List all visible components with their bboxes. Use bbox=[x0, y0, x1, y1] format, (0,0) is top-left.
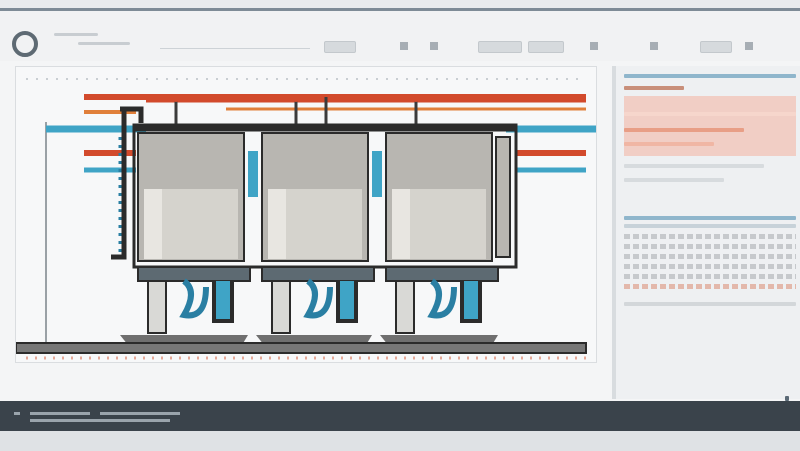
table-row[interactable] bbox=[624, 244, 796, 249]
pump-1[interactable] bbox=[120, 266, 251, 345]
selection-highlight[interactable] bbox=[624, 96, 796, 156]
table-footer bbox=[624, 302, 796, 306]
table-row[interactable] bbox=[624, 264, 796, 269]
resize-handle[interactable] bbox=[785, 396, 789, 401]
status-text bbox=[100, 412, 180, 415]
subtitle-line bbox=[78, 42, 130, 45]
pump-2[interactable] bbox=[256, 266, 375, 345]
status-icon[interactable] bbox=[14, 412, 20, 415]
floor-base bbox=[16, 342, 587, 354]
panel-header bbox=[624, 74, 796, 78]
panel-row[interactable] bbox=[624, 164, 764, 168]
tank-2-highlight bbox=[268, 189, 286, 259]
menu-icon[interactable] bbox=[745, 42, 753, 50]
status-text bbox=[30, 419, 170, 422]
app-window bbox=[0, 8, 800, 451]
cold-column bbox=[372, 151, 382, 197]
panel-row[interactable] bbox=[624, 128, 744, 132]
toolbar-button[interactable] bbox=[478, 41, 522, 53]
panel-row[interactable] bbox=[624, 112, 796, 116]
valve-icon bbox=[413, 96, 419, 102]
panel-row[interactable] bbox=[624, 178, 724, 182]
table-row[interactable] bbox=[624, 284, 796, 289]
table-row[interactable] bbox=[624, 234, 796, 239]
panel-row[interactable] bbox=[624, 142, 714, 146]
bottom-toolbar bbox=[0, 401, 800, 431]
table-header bbox=[624, 216, 796, 220]
panel-label bbox=[624, 86, 684, 90]
pump-system-schematic bbox=[16, 78, 596, 360]
document-path-field[interactable] bbox=[160, 34, 310, 49]
properties-panel bbox=[612, 66, 800, 399]
toolbar-button[interactable] bbox=[528, 41, 564, 53]
app-logo-icon[interactable] bbox=[12, 31, 38, 57]
cold-column bbox=[248, 151, 258, 197]
end-column bbox=[495, 136, 511, 258]
drawing-canvas[interactable] bbox=[15, 66, 597, 363]
table-row[interactable] bbox=[624, 254, 796, 259]
app-title bbox=[54, 33, 130, 51]
layers-icon[interactable] bbox=[430, 42, 438, 50]
valve-icon bbox=[173, 96, 179, 102]
status-text bbox=[30, 412, 90, 415]
table-row[interactable] bbox=[624, 274, 796, 279]
pump-3[interactable] bbox=[380, 266, 499, 345]
scroll-strip bbox=[0, 431, 800, 451]
zoom-icon[interactable] bbox=[590, 42, 598, 50]
tank-1-highlight bbox=[144, 189, 162, 259]
toolbar-button[interactable] bbox=[700, 41, 732, 53]
toolbar-button[interactable] bbox=[324, 41, 356, 53]
settings-icon[interactable] bbox=[650, 42, 658, 50]
grid-icon[interactable] bbox=[400, 42, 408, 50]
title-line bbox=[54, 33, 98, 36]
table-subheader bbox=[624, 224, 796, 228]
tank-3-highlight bbox=[392, 189, 410, 259]
valve-icon bbox=[293, 96, 299, 102]
title-bar bbox=[0, 11, 800, 61]
